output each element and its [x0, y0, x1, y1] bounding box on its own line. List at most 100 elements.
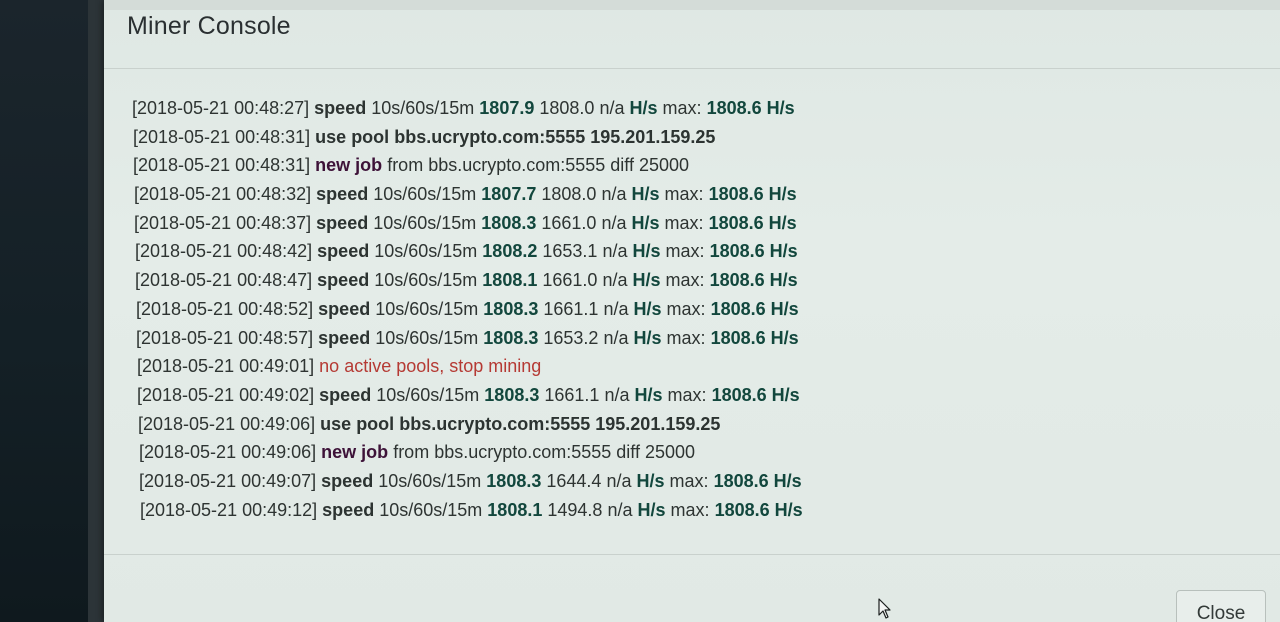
log-speed-label: speed	[317, 241, 370, 262]
log-max-value: 1808.6 H/s	[709, 270, 798, 291]
log-line: [2018-05-21 00:48:27] speed 10s/60s/15m …	[132, 94, 1230, 123]
log-job-detail: from bbs.ucrypto.com:5555 diff 25000	[393, 442, 696, 463]
log-pool-label: use pool	[315, 126, 390, 147]
log-pool-address: bbs.ucrypto.com:5555 195.201.159.25	[399, 413, 721, 434]
log-speed-10s: 1808.3	[483, 298, 539, 319]
log-speed-15m: n/a	[603, 298, 629, 319]
log-timestamp: [2018-05-21 00:48:32]	[134, 184, 312, 205]
log-speed-label: speed	[321, 470, 374, 491]
log-speed-10s: 1808.3	[484, 384, 540, 405]
log-line: [2018-05-21 00:48:52] speed 10s/60s/15m …	[136, 295, 1230, 324]
log-speed-60s: 1644.4	[546, 470, 602, 491]
log-max-value: 1808.6 H/s	[711, 384, 800, 405]
log-speed-60s: 1661.0	[541, 212, 597, 233]
log-speed-10s: 1808.3	[483, 327, 539, 348]
log-timestamp: [2018-05-21 00:49:07]	[139, 470, 317, 491]
log-timestamp: [2018-05-21 00:48:31]	[133, 126, 311, 147]
log-speed-label: speed	[322, 499, 375, 520]
log-timestamp: [2018-05-21 00:48:57]	[136, 327, 314, 348]
log-max-value: 1808.6 H/s	[709, 241, 798, 262]
log-line: [2018-05-21 00:48:57] speed 10s/60s/15m …	[136, 324, 1230, 353]
log-timestamp: [2018-05-21 00:49:02]	[137, 384, 315, 405]
log-line: [2018-05-21 00:48:47] speed 10s/60s/15m …	[135, 266, 1230, 295]
close-button[interactable]: Close	[1176, 590, 1266, 622]
log-speed-window: 10s/60s/15m	[375, 298, 479, 319]
log-speed-60s: 1661.0	[542, 270, 598, 291]
log-job-detail: from bbs.ucrypto.com:5555 diff 25000	[387, 155, 690, 176]
log-speed-label: speed	[318, 327, 371, 348]
log-timestamp: [2018-05-21 00:49:01]	[137, 356, 315, 377]
log-speed-15m: n/a	[606, 470, 632, 491]
log-speed-15m: n/a	[601, 184, 627, 205]
log-speed-60s: 1653.2	[543, 327, 599, 348]
log-speed-60s: 1808.0	[539, 98, 595, 118]
log-speed-unit: H/s	[634, 384, 663, 405]
modal-top-strip	[104, 0, 1280, 10]
log-max-label: max:	[666, 327, 706, 348]
page-backdrop-edge	[88, 0, 104, 622]
log-max-value: 1808.6 H/s	[714, 499, 803, 520]
log-speed-60s: 1653.1	[542, 241, 598, 262]
log-job-label: new job	[315, 155, 383, 176]
log-speed-10s: 1808.2	[482, 241, 538, 262]
log-speed-unit: H/s	[633, 298, 662, 319]
miner-console-modal: Miner Console [2018-05-21 00:48:27] spee…	[104, 0, 1280, 622]
log-speed-15m: n/a	[603, 327, 629, 348]
log-line: [2018-05-21 00:49:01] no active pools, s…	[137, 352, 1230, 381]
log-speed-10s: 1808.1	[482, 270, 538, 291]
log-max-value: 1808.6 H/s	[708, 184, 797, 205]
modal-title: Miner Console	[127, 12, 291, 40]
log-max-value: 1808.6 H/s	[706, 98, 795, 118]
log-max-label: max:	[662, 98, 702, 118]
log-speed-10s: 1808.3	[486, 470, 542, 491]
header-divider	[104, 68, 1280, 69]
log-line: [2018-05-21 00:48:31] new job from bbs.u…	[133, 151, 1230, 180]
log-error-message: no active pools, stop mining	[319, 356, 542, 377]
log-speed-unit: H/s	[632, 241, 661, 262]
log-speed-unit: H/s	[633, 327, 662, 348]
log-timestamp: [2018-05-21 00:49:12]	[140, 499, 318, 520]
log-max-label: max:	[669, 470, 709, 491]
log-speed-label: speed	[318, 298, 371, 319]
log-speed-60s: 1661.1	[544, 384, 600, 405]
log-job-label: new job	[321, 442, 389, 463]
log-speed-unit: H/s	[632, 270, 661, 291]
log-speed-10s: 1807.9	[479, 98, 535, 118]
log-speed-unit: H/s	[631, 184, 660, 205]
log-speed-15m: n/a	[607, 499, 633, 520]
log-timestamp: [2018-05-21 00:48:37]	[134, 212, 312, 233]
log-line: [2018-05-21 00:49:07] speed 10s/60s/15m …	[139, 467, 1230, 496]
log-speed-unit: H/s	[637, 499, 666, 520]
console-log: [2018-05-21 00:48:27] speed 10s/60s/15m …	[130, 94, 1230, 524]
log-speed-window: 10s/60s/15m	[373, 212, 477, 233]
log-speed-unit: H/s	[631, 212, 660, 233]
log-max-value: 1808.6 H/s	[710, 298, 799, 319]
log-speed-60s: 1494.8	[547, 499, 603, 520]
log-speed-15m: n/a	[602, 241, 628, 262]
log-speed-15m: n/a	[604, 384, 630, 405]
log-max-label: max:	[664, 212, 704, 233]
log-max-value: 1808.6 H/s	[708, 212, 797, 233]
log-speed-60s: 1808.0	[541, 184, 597, 205]
log-speed-window: 10s/60s/15m	[373, 184, 477, 205]
log-max-value: 1808.6 H/s	[713, 470, 802, 491]
log-timestamp: [2018-05-21 00:48:31]	[133, 155, 311, 176]
log-speed-unit: H/s	[629, 98, 658, 118]
log-line: [2018-05-21 00:48:37] speed 10s/60s/15m …	[134, 209, 1230, 238]
log-timestamp: [2018-05-21 00:48:47]	[135, 270, 313, 291]
log-speed-unit: H/s	[636, 470, 665, 491]
log-speed-15m: n/a	[602, 270, 628, 291]
log-timestamp: [2018-05-21 00:49:06]	[138, 413, 316, 434]
log-speed-window: 10s/60s/15m	[376, 384, 480, 405]
log-timestamp: [2018-05-21 00:48:42]	[135, 241, 313, 262]
log-speed-window: 10s/60s/15m	[375, 327, 479, 348]
log-speed-15m: n/a	[599, 98, 625, 118]
log-line: [2018-05-21 00:49:02] speed 10s/60s/15m …	[137, 381, 1230, 410]
log-speed-label: speed	[316, 184, 369, 205]
log-speed-label: speed	[316, 212, 369, 233]
log-line: [2018-05-21 00:49:12] speed 10s/60s/15m …	[140, 496, 1230, 525]
log-max-label: max:	[665, 270, 705, 291]
log-line: [2018-05-21 00:49:06] new job from bbs.u…	[139, 438, 1230, 467]
log-speed-10s: 1807.7	[481, 184, 537, 205]
log-max-label: max:	[665, 241, 705, 262]
